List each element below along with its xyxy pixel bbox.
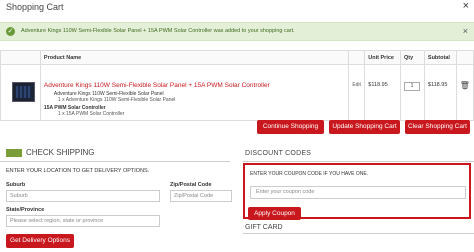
divider (243, 233, 474, 234)
divider (243, 161, 474, 162)
suburb-input[interactable]: Suburb (6, 190, 160, 202)
clear-cart-button[interactable]: Clear Shopping Cart (405, 120, 470, 134)
state-label: State/Province (6, 207, 45, 213)
quantity-input[interactable]: 1 (403, 82, 420, 91)
check-icon: ✓ (6, 27, 15, 36)
divider (0, 161, 230, 162)
cart-table: Product Name Unit Price Qty Subtotal Adv… (0, 50, 474, 121)
get-delivery-options-button[interactable]: Get Delivery Options (6, 234, 74, 248)
trash-icon[interactable]: 🗑 (460, 81, 470, 90)
subtotal-cell: $118.95 (423, 64, 457, 121)
subtotal-value: $118.95 (427, 82, 448, 88)
shipping-instructions: ENTER YOUR LOCATION TO GET DELIVERY OPTI… (6, 168, 150, 174)
header-image (0, 50, 41, 65)
postcode-input[interactable]: Zip/Postal Code (170, 190, 232, 202)
page-title: Shopping Cart (6, 2, 64, 12)
alert-close-icon[interactable]: × (463, 26, 468, 36)
continue-shopping-button[interactable]: Continue Shopping (257, 120, 324, 134)
unit-price: $118.95 (368, 82, 388, 88)
option-line: 1 x 15A PWM Solar Controller (57, 111, 125, 117)
table-header-row: Product Name Unit Price Qty Subtotal (0, 50, 474, 65)
state-select[interactable]: Please select region, state or province (6, 215, 160, 227)
gift-card-heading[interactable]: GIFT CARD (245, 224, 283, 231)
coupon-input[interactable]: Enter your coupon code (250, 186, 466, 199)
update-cart-button[interactable]: Update Shopping Cart (329, 120, 400, 134)
alert-message: Adventure Kings 110W Semi-Flexible Solar… (21, 28, 295, 34)
qty-cell: 1 (399, 64, 425, 121)
edit-link[interactable]: Edit (352, 82, 361, 88)
header-edit (348, 50, 366, 65)
option-line: 1 x Adventure Kings 110W Semi-Flexible S… (57, 97, 176, 103)
price-cell: $118.95 (364, 64, 401, 121)
check-shipping-label: CHECK SHIPPING (26, 148, 95, 157)
header-delete (455, 50, 474, 65)
postcode-label: Zip/Postal Code (170, 182, 212, 188)
discount-codes-heading[interactable]: DISCOUNT CODES (245, 150, 311, 157)
suburb-label: Suburb (6, 182, 26, 188)
check-shipping-heading[interactable]: CHECK SHIPPING (6, 148, 94, 157)
product-name-cell: Adventure Kings 110W Semi-Flexible Solar… (39, 64, 350, 121)
product-name-link[interactable]: Adventure Kings 110W Semi-Flexible Solar… (44, 82, 345, 89)
coupon-instructions: ENTER YOUR COUPON CODE IF YOU HAVE ONE. (250, 171, 369, 177)
header-product: Product Name (39, 50, 350, 65)
edit-cell: Edit (348, 64, 366, 121)
table-row: Adventure Kings 110W Semi-Flexible Solar… (0, 64, 474, 121)
product-thumbnail[interactable] (12, 82, 35, 102)
delete-cell: 🗑 (455, 64, 474, 121)
apply-coupon-button[interactable]: Apply Coupon (248, 207, 301, 220)
success-alert: ✓ Adventure Kings 110W Semi-Flexible Sol… (0, 22, 474, 41)
product-image-cell (0, 64, 41, 121)
coupon-panel: ENTER YOUR COUPON CODE IF YOU HAVE ONE. … (243, 163, 471, 220)
header-qty: Qty (399, 50, 425, 65)
header-price: Unit Price (364, 50, 401, 65)
truck-icon (6, 148, 22, 157)
header-subtotal: Subtotal (423, 50, 457, 65)
close-icon[interactable]: × (463, 0, 469, 12)
